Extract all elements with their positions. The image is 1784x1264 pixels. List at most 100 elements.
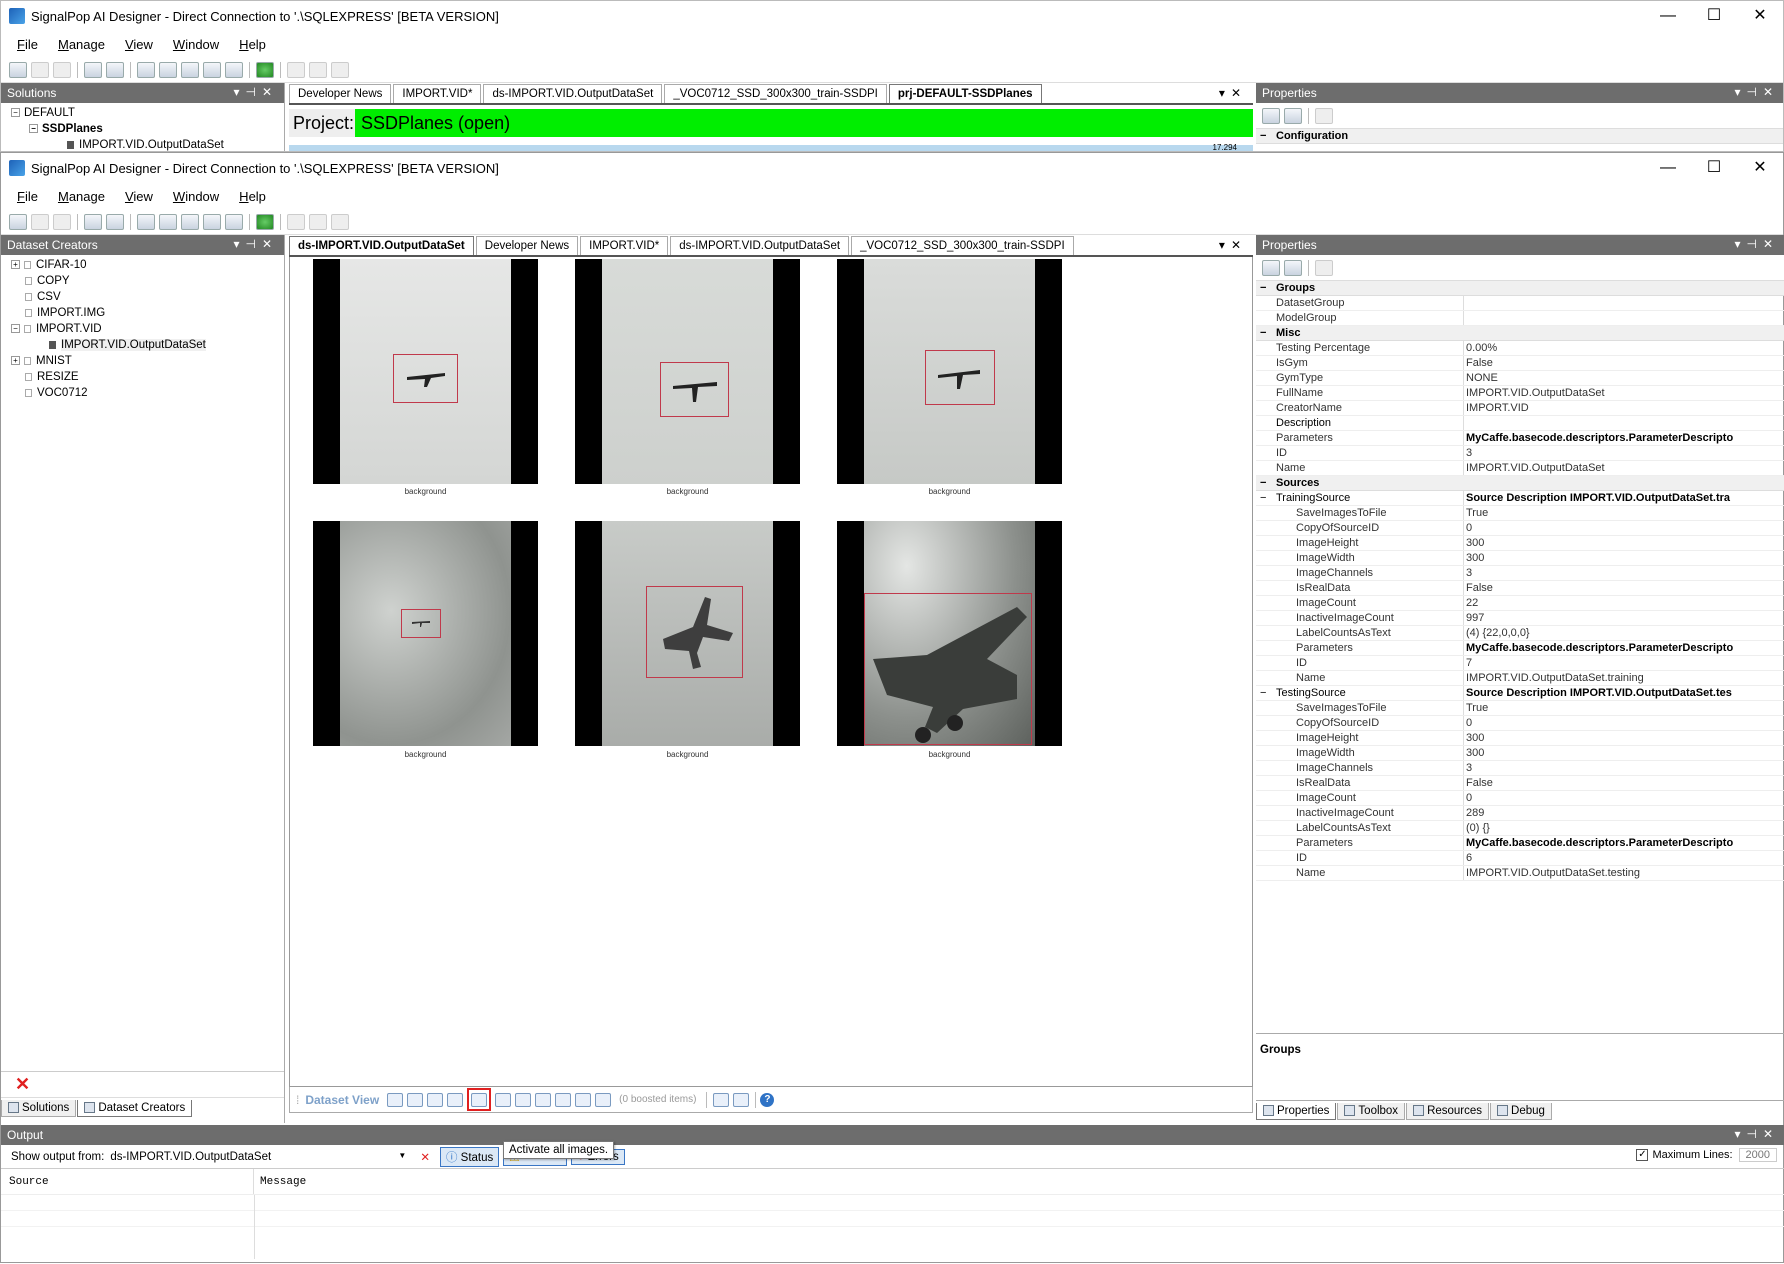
prop-row[interactable]: LabelCountsAsText (0) {}	[1256, 821, 1784, 836]
list-icon[interactable]	[225, 61, 243, 78]
categorized-icon[interactable]	[1262, 259, 1280, 276]
prop-row[interactable]: ImageChannels 3	[1256, 761, 1784, 776]
prop-row[interactable]: Parameters MyCaffe.basecode.descriptors.P…	[1256, 836, 1784, 851]
clear-output-icon[interactable]: ✕	[420, 1150, 430, 1164]
tree-item-resize[interactable]: RESIZE	[11, 369, 274, 385]
tree-item-cifar10[interactable]: + CIFAR-10	[11, 257, 274, 273]
prop-row[interactable]: ImageChannels 3	[1256, 566, 1784, 581]
back-tab-ds[interactable]: ds-IMPORT.VID.OutputDataSet	[483, 84, 663, 103]
save-icon[interactable]	[31, 213, 49, 230]
back-tab-news[interactable]: Developer News	[289, 84, 392, 103]
save-icon[interactable]	[31, 61, 49, 78]
prev-page-icon[interactable]	[407, 1092, 424, 1107]
tree-item-mnist[interactable]: + MNIST	[11, 353, 274, 369]
expand-icon[interactable]	[713, 1092, 730, 1107]
category-misc[interactable]: Misc	[1276, 326, 1300, 340]
back-tree-default[interactable]: − DEFAULT	[11, 105, 274, 121]
label-images-icon[interactable]	[515, 1092, 532, 1107]
tab-voc0712[interactable]: _VOC0712_SSD_300x300_train-SSDPI	[851, 236, 1074, 255]
tab-ds-output-active[interactable]: ds-IMPORT.VID.OutputDataSet	[289, 236, 474, 255]
tools-icon[interactable]	[159, 213, 177, 230]
maximize-icon[interactable]: ☐	[1691, 1, 1737, 31]
boost-icon[interactable]	[555, 1092, 572, 1107]
category-sources[interactable]: Sources	[1276, 476, 1319, 490]
last-page-icon[interactable]	[447, 1092, 464, 1107]
prop-row[interactable]: ImageWidth 300	[1256, 551, 1784, 566]
prop-row[interactable]: ID 3	[1256, 446, 1784, 461]
prop-row[interactable]: LabelCountsAsText (4) {22,0,0,0}	[1256, 626, 1784, 641]
open-icon[interactable]	[9, 61, 27, 78]
tab-dataset-creators[interactable]: Dataset Creators	[77, 1099, 193, 1117]
back-tab-project[interactable]: prj-DEFAULT-SSDPlanes	[888, 84, 1042, 103]
save-all-icon[interactable]	[53, 213, 71, 230]
tab-close-icon[interactable]: ▾✕	[1219, 238, 1247, 252]
close-icon[interactable]: ✕	[1737, 153, 1783, 183]
categorized-icon[interactable]	[1262, 107, 1280, 124]
image-tile[interactable]	[837, 259, 1062, 484]
prop-row[interactable]: GymType NONE	[1256, 371, 1784, 386]
property-pages-icon[interactable]	[1315, 107, 1333, 124]
prop-row[interactable]: CreatorName IMPORT.VID	[1256, 401, 1784, 416]
image-tile[interactable]	[313, 259, 538, 484]
prop-row[interactable]: ID 7	[1256, 656, 1784, 671]
play-icon[interactable]	[287, 61, 305, 78]
prop-row[interactable]: Parameters MyCaffe.basecode.descriptors.P…	[1256, 431, 1784, 446]
prop-row[interactable]: IsGym False	[1256, 356, 1784, 371]
collapse-icon[interactable]	[733, 1092, 750, 1107]
back-menu-manage[interactable]: Manage	[48, 37, 115, 52]
back-tab-voc[interactable]: _VOC0712_SSD_300x300_train-SSDPI	[664, 84, 887, 103]
maximize-icon[interactable]: ☐	[1691, 153, 1737, 183]
relabel-icon[interactable]	[535, 1092, 552, 1107]
dataset-icon[interactable]	[106, 213, 124, 230]
db-icon[interactable]	[84, 213, 102, 230]
first-page-icon[interactable]	[387, 1092, 404, 1107]
back-tree-dataset[interactable]: IMPORT.VID.OutputDataSet	[11, 137, 274, 151]
prop-row[interactable]: InactiveImageCount 997	[1256, 611, 1784, 626]
back-menu-view[interactable]: View	[115, 37, 163, 52]
alphabetical-icon[interactable]	[1284, 107, 1302, 124]
prop-row[interactable]: Testing Percentage 0.00%	[1256, 341, 1784, 356]
dataset-icon[interactable]	[106, 61, 124, 78]
prop-row[interactable]: SaveImagesToFile True	[1256, 701, 1784, 716]
image-tile[interactable]	[313, 521, 538, 746]
options-icon[interactable]	[137, 61, 155, 78]
prop-row[interactable]: ImageWidth 300	[1256, 746, 1784, 761]
back-menu-window[interactable]: Window	[163, 37, 229, 52]
tab-ds-output[interactable]: ds-IMPORT.VID.OutputDataSet	[670, 236, 850, 255]
prop-row[interactable]: ImageCount 22	[1256, 596, 1784, 611]
menu-window[interactable]: Window	[163, 189, 229, 204]
prop-row[interactable]: SaveImagesToFile True	[1256, 506, 1784, 521]
prop-row[interactable]: CopyOfSourceID 0	[1256, 521, 1784, 536]
prop-row[interactable]: Parameters MyCaffe.basecode.descriptors.P…	[1256, 641, 1784, 656]
menu-file[interactable]: File	[7, 189, 48, 204]
open-icon[interactable]	[9, 213, 27, 230]
tree-item-import-img[interactable]: IMPORT.IMG	[11, 305, 274, 321]
column-message[interactable]: Message	[254, 1169, 306, 1194]
tree-item-copy[interactable]: COPY	[11, 273, 274, 289]
next-page-icon[interactable]	[427, 1092, 444, 1107]
max-lines-checkbox[interactable]: ✓	[1636, 1149, 1649, 1161]
connect-icon[interactable]	[256, 61, 274, 78]
prop-row[interactable]: Name IMPORT.VID.OutputDataSet	[1256, 461, 1784, 476]
prop-row[interactable]: Name IMPORT.VID.OutputDataSet.training	[1256, 671, 1784, 686]
prop-row[interactable]: ModelGroup	[1256, 311, 1784, 326]
save-all-icon[interactable]	[53, 61, 71, 78]
prop-row[interactable]: FullName IMPORT.VID.OutputDataSet	[1256, 386, 1784, 401]
db-icon[interactable]	[84, 61, 102, 78]
options-icon[interactable]	[137, 213, 155, 230]
help-icon[interactable]: ?	[760, 1092, 775, 1107]
prop-row[interactable]: ImageCount 0	[1256, 791, 1784, 806]
prop-row[interactable]: DatasetGroup	[1256, 296, 1784, 311]
prop-row[interactable]: ID 6	[1256, 851, 1784, 866]
tab-resources[interactable]: Resources	[1406, 1102, 1490, 1120]
image-tile[interactable]	[575, 521, 800, 746]
stop-icon[interactable]	[309, 213, 327, 230]
tab-properties[interactable]: Properties	[1256, 1102, 1337, 1120]
tab-import-vid[interactable]: IMPORT.VID*	[580, 236, 669, 255]
connect-icon[interactable]	[256, 213, 274, 230]
pause-icon[interactable]	[331, 213, 349, 230]
export-icon[interactable]	[595, 1092, 612, 1107]
tree-item-voc0712[interactable]: VOC0712	[11, 385, 274, 401]
model-icon[interactable]	[203, 61, 221, 78]
prop-row-testing-source[interactable]: − TestingSource Source Description IMPORT.…	[1256, 686, 1784, 701]
